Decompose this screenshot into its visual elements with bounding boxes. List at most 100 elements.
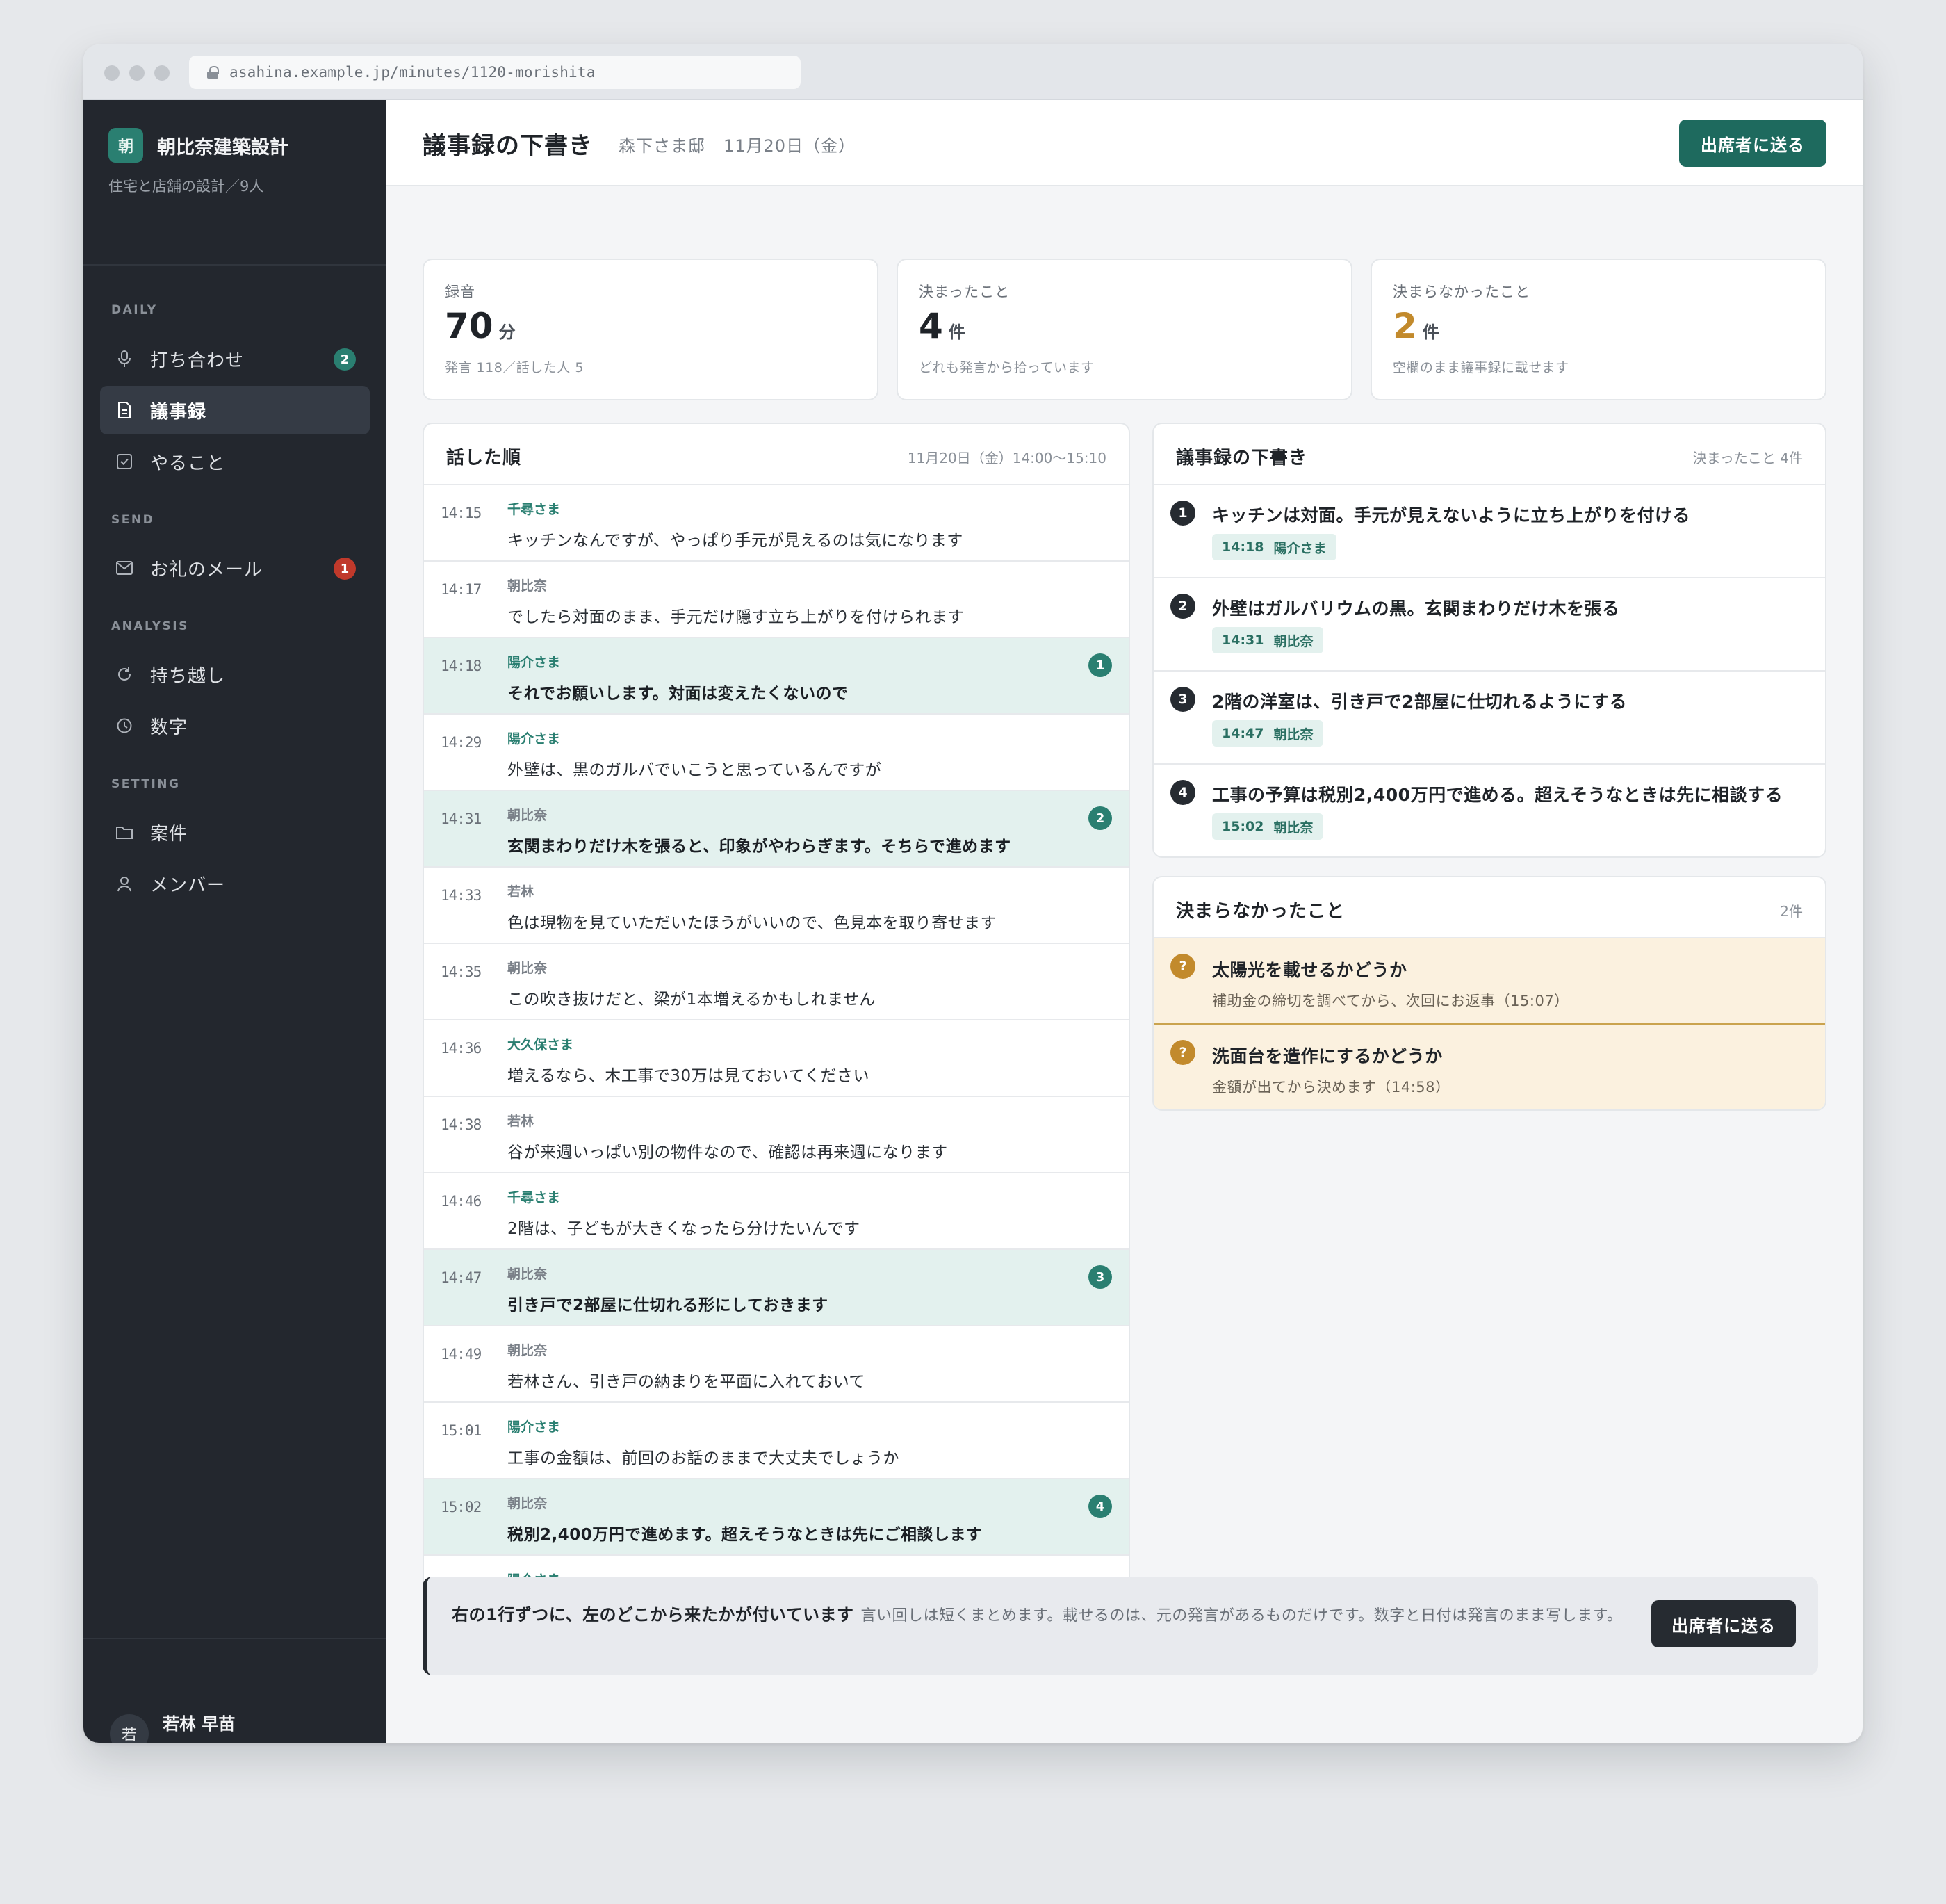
transcript-row[interactable]: 14:17 朝比奈 でしたら対面のまま、手元だけ隠す立ち上がりを付けられます <box>424 562 1129 638</box>
utterance-text: でしたら対面のまま、手元だけ隠す立ち上がりを付けられます <box>507 608 965 626</box>
sidebar-item-todo[interactable]: やること <box>100 437 370 486</box>
sidebar-item-label: メンバー <box>150 874 226 896</box>
undecided-note: 金額が出てから決めます（14:58） <box>1212 1079 1450 1096</box>
speaker-name: 千尋さま <box>507 1190 561 1205</box>
mic-icon <box>115 350 133 368</box>
stat-number: 2 <box>1393 306 1417 346</box>
transcript-row[interactable]: 14:38 若林 谷が来週いっぱい別の物件なので、確認は再来週になります <box>424 1097 1129 1173</box>
panel-title: 議事録の下書き <box>1176 448 1308 469</box>
transcript-row[interactable]: 15:01 陽介さま 工事の金額は、前回のお話のままで大丈夫でしょうか <box>424 1403 1129 1479</box>
sidebar-item-numbers[interactable]: 数字 <box>100 701 370 750</box>
transcript-row[interactable]: 14:29 陽介さま 外壁は、黒のガルバでいこうと思っているんですが <box>424 715 1129 791</box>
utterance-time: 14:35 <box>441 963 482 980</box>
decision-source-tag[interactable]: 14:47 朝比奈 <box>1212 720 1323 747</box>
decision-source-tag[interactable]: 15:02 朝比奈 <box>1212 813 1323 840</box>
decision-item[interactable]: 1 キッチンは対面。手元が見えないように立ち上がりを付ける 14:18 陽介さま <box>1154 485 1825 578</box>
decision-text: 外壁はガルバリウムの黒。玄関まわりだけ木を張る <box>1212 599 1620 619</box>
page-subtitle: 森下さま邸 11月20日（金） <box>619 132 856 156</box>
panel-meta: 2件 <box>1780 903 1803 920</box>
transcript-row[interactable]: 14:15 千尋さま キッチンなんですが、やっぱり手元が見えるのは気になります <box>424 485 1129 562</box>
sidebar-item-label: 数字 <box>150 717 188 738</box>
speaker-name: 朝比奈 <box>507 1496 548 1511</box>
address-bar[interactable]: asahina.example.jp/minutes/1120-morishit… <box>189 56 801 89</box>
section-label-send: SEND <box>111 513 155 527</box>
utterance-text: 色は現物を見ていただいたほうがいいので、色見本を取り寄せます <box>507 914 997 932</box>
note-body: 言い回しは短くまとめます。載せるのは、元の発言があるものだけです。数字と日付は発… <box>860 1607 1623 1625</box>
user-name: 若林 早苗 <box>163 1714 236 1734</box>
speaker-name: 陽介さま <box>507 655 561 670</box>
transcript-row[interactable]: 14:31 朝比奈 玄関まわりだけ木を張ると、印象がやわらぎます。そちらで進めます 2 <box>424 791 1129 868</box>
undecided-panel: 決まらなかったこと 2件 ? 太陽光を載せるかどうか 補助金の締切を調べてから、次回… <box>1152 876 1826 1111</box>
stat-label: 決まらなかったこと <box>1393 284 1530 300</box>
transcript-row[interactable]: 15:02 朝比奈 税別2,400万円で進めます。超えそうなときは先にご相談します 4 <box>424 1479 1129 1556</box>
decision-marker: 1 <box>1088 653 1112 677</box>
sidebar-item-label: 持ち越し <box>150 665 226 687</box>
question-icon: ? <box>1170 954 1195 979</box>
stat-note: 発言 118／話した人 5 <box>445 360 584 375</box>
send-to-attendees-button[interactable]: 出席者に送る <box>1679 120 1826 167</box>
utterance-time: 14:31 <box>441 811 482 827</box>
undecided-item[interactable]: ? 太陽光を載せるかどうか 補助金の締切を調べてから、次回にお返事（15:07） <box>1154 938 1825 1025</box>
note-lead: 右の1行ずつに、左のどこから来たかが付いています <box>452 1605 854 1625</box>
decision-source-tag[interactable]: 14:31 朝比奈 <box>1212 627 1323 653</box>
decision-source-tag[interactable]: 14:18 陽介さま <box>1212 534 1336 560</box>
window-maximize-dot[interactable] <box>154 65 170 81</box>
decision-number: 1 <box>1170 501 1195 526</box>
stat-note: どれも発言から拾っています <box>919 360 1095 375</box>
speaker-name: 千尋さま <box>507 502 561 517</box>
transcript-row[interactable]: 14:46 千尋さま 2階は、子どもが大きくなったら分けたいんです <box>424 1173 1129 1250</box>
provenance-note: 右の1行ずつに、左のどこから来たかが付いています 言い回しは短くまとめます。載せる… <box>423 1577 1818 1675</box>
stat-note: 空欄のまま議事録に載せます <box>1393 360 1569 375</box>
folder-icon <box>115 823 133 841</box>
utterance-text: 谷が来週いっぱい別の物件なので、確認は再来週になります <box>507 1144 948 1162</box>
panel-title: 決まらなかったこと <box>1176 901 1346 922</box>
stat-unit: 件 <box>948 323 965 342</box>
transcript-row[interactable]: 14:49 朝比奈 若林さん、引き戸の納まりを平面に入れておいて <box>424 1326 1129 1403</box>
transcript-row[interactable]: 14:18 陽介さま それでお願いします。対面は変えたくないので 1 <box>424 638 1129 715</box>
transcript-row[interactable]: 14:33 若林 色は現物を見ていただいたほうがいいので、色見本を取り寄せます <box>424 868 1129 944</box>
source-speaker: 朝比奈 <box>1273 820 1314 836</box>
utterance-time: 14:18 <box>441 658 482 674</box>
section-label-analysis: ANALYSIS <box>111 619 189 633</box>
utterance-time: 14:47 <box>441 1269 482 1286</box>
decision-item[interactable]: 4 工事の予算は税別2,400万円で進める。超えそうなときは先に相談する 15:02… <box>1154 765 1825 856</box>
decision-number: 4 <box>1170 780 1195 805</box>
clock-icon <box>115 717 133 735</box>
utterance-text: 若林さん、引き戸の納まりを平面に入れておいて <box>507 1373 865 1391</box>
speaker-name: 朝比奈 <box>507 1267 548 1282</box>
note-text: 右の1行ずつに、左のどこから来たかが付いています 言い回しは短くまとめます。載せる… <box>452 1599 1633 1632</box>
brand[interactable]: 朝 朝比奈建築設計 <box>108 128 288 163</box>
avatar[interactable]: 若 <box>110 1714 149 1743</box>
transcript-row[interactable]: 14:47 朝比奈 引き戸で2部屋に仕切れる形にしておきます 3 <box>424 1250 1129 1326</box>
send-to-attendees-bottom-button[interactable]: 出席者に送る <box>1651 1600 1796 1647</box>
utterance-time: 15:02 <box>441 1499 482 1515</box>
document-icon <box>115 401 133 419</box>
utterance-time: 14:17 <box>441 581 482 598</box>
window-minimize-dot[interactable] <box>129 65 145 81</box>
decision-item[interactable]: 2 外壁はガルバリウムの黒。玄関まわりだけ木を張る 14:31 朝比奈 <box>1154 578 1825 672</box>
transcript-row[interactable]: 14:35 朝比奈 この吹き抜けだと、梁が1本増えるかもしれません <box>424 944 1129 1020</box>
mail-count-badge: 1 <box>334 558 356 580</box>
speaker-name: 朝比奈 <box>507 961 548 976</box>
sidebar-item-projects[interactable]: 案件 <box>100 808 370 856</box>
utterance-time: 15:01 <box>441 1422 482 1439</box>
undecided-panel-header: 決まらなかったこと 2件 <box>1154 877 1825 938</box>
decision-marker: 3 <box>1088 1265 1112 1289</box>
source-speaker: 陽介さま <box>1273 540 1327 556</box>
utterance-time: 14:49 <box>441 1346 482 1362</box>
sidebar-item-minutes[interactable]: 議事録 <box>100 386 370 434</box>
decision-item[interactable]: 3 2階の洋室は、引き戸で2部屋に仕切れるようにする 14:47 朝比奈 <box>1154 672 1825 765</box>
browser-window: asahina.example.jp/minutes/1120-morishit… <box>83 44 1863 1743</box>
undecided-text: 洗面台を造作にするかどうか <box>1212 1046 1443 1066</box>
sidebar-footer-divider <box>83 1638 386 1639</box>
sidebar-item-meetings[interactable]: 打ち合わせ 2 <box>100 334 370 383</box>
sidebar-item-thanks-mail[interactable]: お礼のメール 1 <box>100 544 370 592</box>
window-close-dot[interactable] <box>104 65 120 81</box>
sidebar-item-carryover[interactable]: 持ち越し <box>100 650 370 699</box>
brand-logo: 朝 <box>108 128 143 163</box>
decision-number: 3 <box>1170 687 1195 712</box>
utterance-time: 14:46 <box>441 1193 482 1210</box>
undecided-item[interactable]: ? 洗面台を造作にするかどうか 金額が出てから決めます（14:58） <box>1154 1025 1825 1109</box>
transcript-row[interactable]: 14:36 大久保さま 増えるなら、木工事で30万は見ておいてください <box>424 1020 1129 1097</box>
sidebar-item-members[interactable]: メンバー <box>100 859 370 908</box>
